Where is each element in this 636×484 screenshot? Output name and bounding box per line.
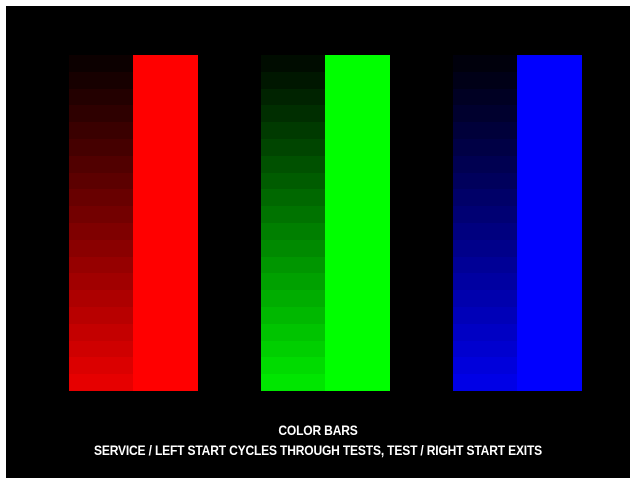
blue-gradient-step — [453, 105, 517, 123]
red-gradient-step — [69, 357, 133, 375]
blue-gradient-step — [453, 172, 517, 190]
red-gradient-bar — [69, 55, 133, 391]
green-gradient-bar — [261, 55, 325, 391]
blue-gradient-bar — [453, 55, 517, 391]
green-gradient-step — [261, 55, 325, 72]
test-screen: COLOR BARS SERVICE / LEFT START CYCLES T… — [6, 6, 630, 478]
green-gradient-step — [261, 256, 325, 274]
green-gradient-step — [261, 306, 325, 324]
blue-gradient-step — [453, 55, 517, 72]
green-gradient-step — [261, 122, 325, 139]
green-gradient-step — [261, 374, 325, 391]
instructions-text: SERVICE / LEFT START CYCLES THROUGH TEST… — [93, 442, 543, 458]
green-gradient-step — [261, 105, 325, 123]
red-gradient-step — [69, 122, 133, 139]
blue-gradient-step — [453, 71, 517, 89]
blue-gradient-step — [453, 340, 517, 358]
red-gradient-step — [69, 374, 133, 391]
blue-gradient-step — [453, 222, 517, 240]
blue-gradient-step — [453, 290, 517, 307]
green-gradient-step — [261, 239, 325, 257]
blue-bar-group — [453, 55, 582, 391]
red-gradient-step — [69, 189, 133, 207]
blue-gradient-step — [453, 138, 517, 156]
blue-gradient-step — [453, 88, 517, 106]
green-gradient-step — [261, 71, 325, 89]
green-gradient-step — [261, 222, 325, 240]
red-gradient-step — [69, 55, 133, 72]
green-bar-group — [261, 55, 390, 391]
blue-gradient-step — [453, 122, 517, 139]
red-solid-bar — [133, 55, 198, 391]
red-gradient-step — [69, 172, 133, 190]
green-gradient-step — [261, 340, 325, 358]
blue-gradient-step — [453, 374, 517, 391]
green-gradient-step — [261, 138, 325, 156]
blue-gradient-step — [453, 206, 517, 223]
blue-gradient-step — [453, 256, 517, 274]
red-gradient-step — [69, 290, 133, 307]
green-gradient-step — [261, 88, 325, 106]
blue-gradient-step — [453, 189, 517, 207]
blue-gradient-step — [453, 155, 517, 173]
blue-gradient-step — [453, 239, 517, 257]
red-gradient-step — [69, 323, 133, 341]
blue-solid-bar — [517, 55, 582, 391]
green-gradient-step — [261, 206, 325, 223]
green-gradient-step — [261, 172, 325, 190]
red-bar-group — [69, 55, 198, 391]
blue-gradient-step — [453, 357, 517, 375]
green-gradient-step — [261, 155, 325, 173]
red-gradient-step — [69, 222, 133, 240]
red-gradient-step — [69, 256, 133, 274]
red-gradient-step — [69, 273, 133, 291]
red-gradient-step — [69, 105, 133, 123]
red-gradient-step — [69, 306, 133, 324]
green-solid-bar — [325, 55, 390, 391]
red-gradient-step — [69, 155, 133, 173]
red-gradient-step — [69, 88, 133, 106]
blue-gradient-step — [453, 306, 517, 324]
green-gradient-step — [261, 189, 325, 207]
blue-gradient-step — [453, 323, 517, 341]
red-gradient-step — [69, 239, 133, 257]
green-gradient-step — [261, 290, 325, 307]
red-gradient-step — [69, 138, 133, 156]
red-gradient-step — [69, 71, 133, 89]
green-gradient-step — [261, 273, 325, 291]
red-gradient-step — [69, 340, 133, 358]
green-gradient-step — [261, 357, 325, 375]
red-gradient-step — [69, 206, 133, 223]
screen-title: COLOR BARS — [278, 422, 358, 438]
blue-gradient-step — [453, 273, 517, 291]
green-gradient-step — [261, 323, 325, 341]
